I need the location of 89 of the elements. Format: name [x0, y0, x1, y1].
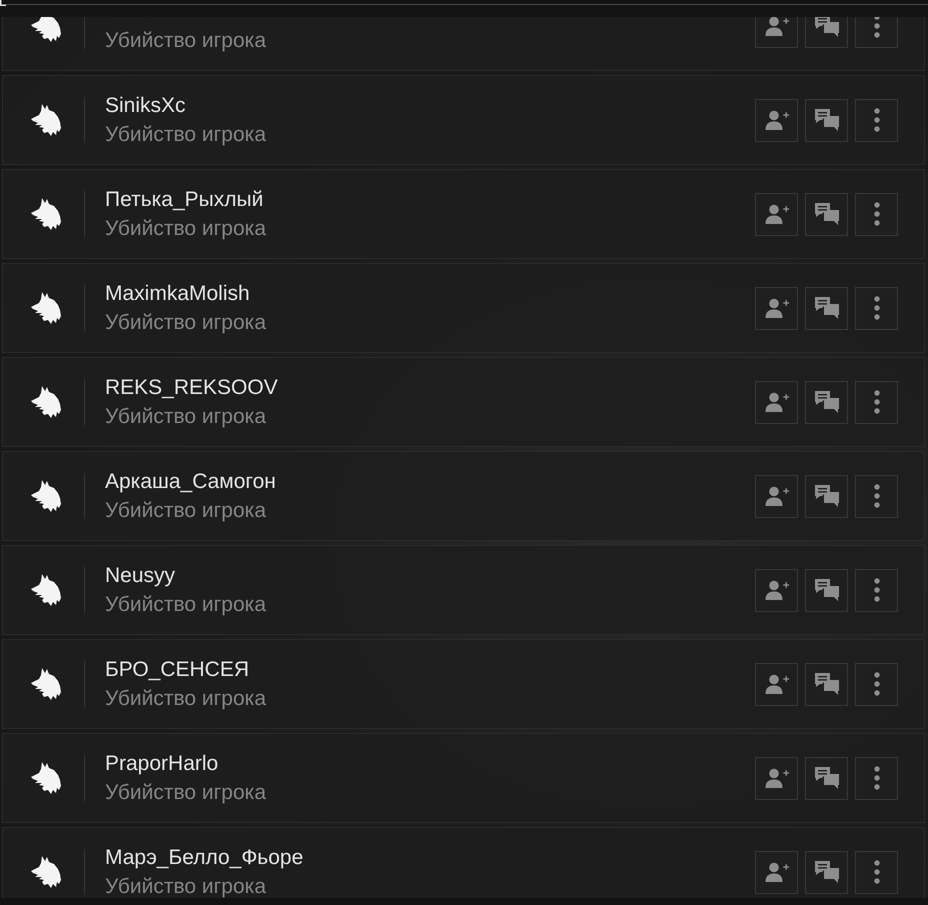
add-friend-button[interactable]	[755, 380, 798, 424]
chat-bubbles-icon	[814, 203, 838, 225]
player-name: Neusyy	[105, 563, 176, 589]
wolf-head-icon	[30, 17, 62, 44]
person-plus-icon	[764, 862, 788, 882]
kill-reason: Убийство игрока	[105, 498, 266, 524]
player-name: SiniksXc	[105, 93, 186, 119]
kill-reason: Убийство игрока	[105, 404, 266, 430]
vertical-dots-icon	[874, 108, 880, 132]
player-name: Аркаша_Самогон	[105, 469, 276, 495]
add-friend-button[interactable]	[755, 98, 798, 142]
chat-bubbles-icon	[814, 485, 838, 507]
vertical-dots-icon	[874, 860, 880, 884]
add-friend-button[interactable]	[755, 192, 798, 236]
message-button[interactable]	[805, 286, 848, 330]
more-options-button[interactable]	[855, 756, 898, 800]
add-friend-button[interactable]	[755, 17, 798, 48]
add-friend-button[interactable]	[755, 756, 798, 800]
kill-reason: Убийство игрока	[105, 874, 266, 898]
wolf-head-icon	[30, 196, 62, 232]
wolf-head-icon	[30, 760, 62, 796]
chat-bubbles-icon	[814, 579, 838, 601]
message-button[interactable]	[805, 380, 848, 424]
player-name: Марэ_Белло_Фьоре	[105, 845, 304, 871]
add-friend-button[interactable]	[755, 662, 798, 706]
more-options-button[interactable]	[855, 568, 898, 612]
wolf-head-icon	[30, 102, 62, 138]
player-name: Петька_Рыхлый	[105, 187, 264, 213]
person-plus-icon	[764, 392, 788, 412]
chat-bubbles-icon	[814, 391, 838, 413]
kill-reason: Убийство игрока	[105, 310, 266, 336]
chat-bubbles-icon	[814, 297, 838, 319]
person-plus-icon	[764, 580, 788, 600]
wolf-head-icon	[30, 478, 62, 514]
person-plus-icon	[764, 298, 788, 318]
add-friend-button[interactable]	[755, 850, 798, 894]
more-options-button[interactable]	[855, 380, 898, 424]
add-friend-button[interactable]	[755, 568, 798, 612]
person-plus-icon	[764, 204, 788, 224]
vertical-dots-icon	[874, 484, 880, 508]
player-name: БРО_СЕНСЕЯ	[105, 657, 250, 683]
wolf-head-icon	[30, 666, 62, 702]
wolf-head-icon	[30, 384, 62, 420]
player-name: MaximkaMolish	[105, 281, 250, 307]
more-options-button[interactable]	[855, 850, 898, 894]
more-options-button[interactable]	[855, 662, 898, 706]
vertical-dots-icon	[874, 202, 880, 226]
kill-reason: Убийство игрока	[105, 122, 266, 148]
more-options-button[interactable]	[855, 474, 898, 518]
person-plus-icon	[764, 486, 788, 506]
person-plus-icon	[764, 17, 788, 36]
add-friend-button[interactable]	[755, 474, 798, 518]
person-plus-icon	[764, 674, 788, 694]
player-name: PraporHarlo	[105, 751, 218, 777]
message-button[interactable]	[805, 192, 848, 236]
chat-bubbles-icon	[814, 673, 838, 695]
chat-bubbles-icon	[814, 767, 838, 789]
kill-reason: Убийство игрока	[105, 216, 266, 242]
add-friend-button[interactable]	[755, 286, 798, 330]
chat-bubbles-icon	[814, 109, 838, 131]
person-plus-icon	[764, 110, 788, 130]
kill-reason: Убийство игрока	[105, 28, 266, 54]
message-button[interactable]	[805, 474, 848, 518]
message-button[interactable]	[805, 98, 848, 142]
message-button[interactable]	[805, 662, 848, 706]
message-button[interactable]	[805, 17, 848, 48]
vertical-dots-icon	[874, 390, 880, 414]
vertical-dots-icon	[874, 296, 880, 320]
more-options-button[interactable]	[855, 192, 898, 236]
more-options-button[interactable]	[855, 98, 898, 142]
wolf-head-icon	[30, 290, 62, 326]
vertical-dots-icon	[874, 17, 880, 38]
chat-bubbles-icon	[814, 861, 838, 883]
vertical-dots-icon	[874, 672, 880, 696]
wolf-head-icon	[30, 854, 62, 890]
vertical-dots-icon	[874, 578, 880, 602]
kill-reason: Убийство игрока	[105, 592, 266, 618]
message-button[interactable]	[805, 756, 848, 800]
message-button[interactable]	[805, 568, 848, 612]
wolf-head-icon	[30, 572, 62, 608]
person-plus-icon	[764, 768, 788, 788]
message-button[interactable]	[805, 850, 848, 894]
more-options-button[interactable]	[855, 17, 898, 48]
corner-mark-icon	[0, 0, 6, 6]
more-options-button[interactable]	[855, 286, 898, 330]
vertical-dots-icon	[874, 766, 880, 790]
kill-reason: Убийство игрока	[105, 686, 266, 712]
player-name: REKS_REKSOOV	[105, 375, 278, 401]
kill-reason: Убийство игрока	[105, 780, 266, 806]
